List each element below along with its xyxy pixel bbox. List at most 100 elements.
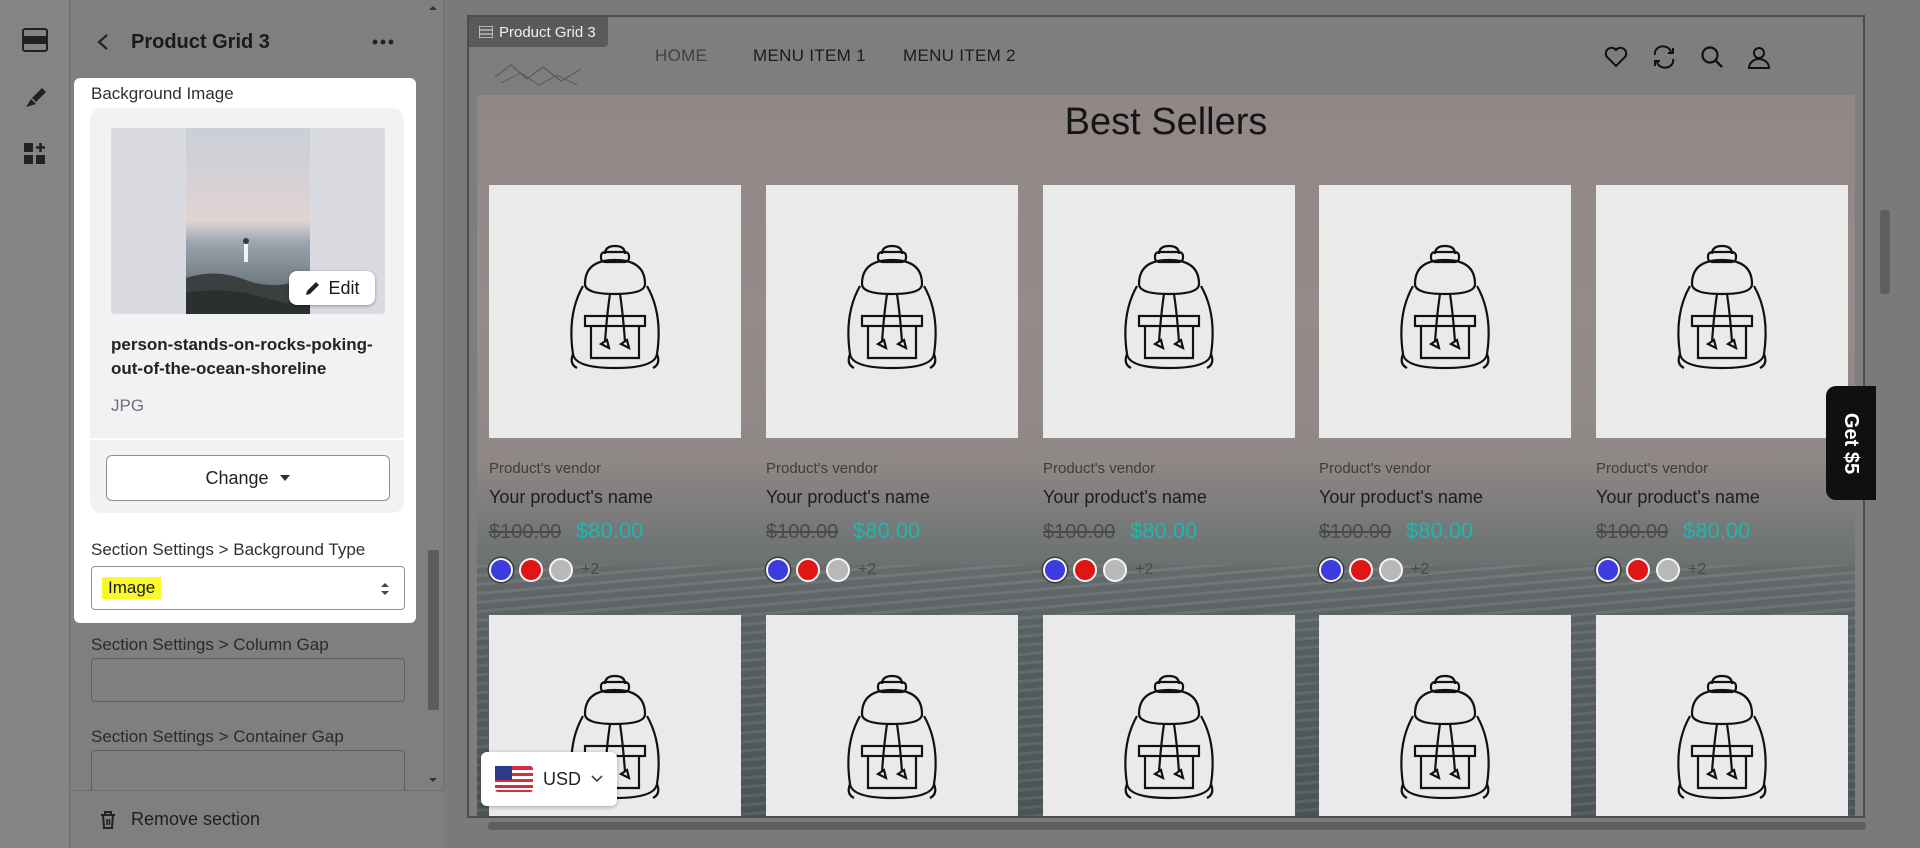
change-button-label: Change [205,467,269,488]
back-arrow-icon[interactable] [91,30,115,54]
preview-vertical-scroll-thumb[interactable] [1880,210,1890,294]
product-image[interactable] [489,185,741,438]
section-tag-label: Product Grid 3 [499,23,596,41]
more-options-icon[interactable] [369,30,397,54]
product-name[interactable]: Your product's name [1043,487,1207,508]
backpack-icon [832,244,952,379]
color-swatch[interactable] [519,558,543,582]
more-swatches-count[interactable]: +2 [1411,561,1429,579]
background-type-value: Image [102,577,162,599]
color-swatch[interactable] [796,558,820,582]
store-logo[interactable] [491,47,586,87]
select-arrows-icon [381,583,389,595]
product-name[interactable]: Your product's name [766,487,930,508]
more-swatches-count[interactable]: +2 [1135,561,1153,579]
change-image-button[interactable]: Change [106,455,390,501]
product-image[interactable] [1043,185,1295,438]
product-image[interactable] [1319,185,1571,438]
more-swatches-count[interactable]: +2 [581,561,599,579]
product-image[interactable] [766,185,1018,438]
scroll-down-arrow-icon[interactable] [427,774,439,786]
product-vendor: Product's vendor [1319,460,1432,477]
compare-at-price: $100.00 [1596,521,1669,543]
product-image[interactable] [1596,185,1848,438]
currency-code: USD [543,768,582,789]
color-swatch[interactable] [489,558,513,582]
product-image[interactable] [1319,615,1571,816]
account-icon[interactable] [1744,42,1774,72]
container-gap-input[interactable] [91,750,405,790]
icon-rail [0,0,70,848]
product-card[interactable] [1319,615,1571,816]
compare-at-price: $100.00 [489,521,562,543]
backpack-icon [1662,674,1782,809]
more-swatches-count[interactable]: +2 [858,561,876,579]
product-vendor: Product's vendor [1043,460,1156,477]
product-image[interactable] [1043,615,1295,816]
color-swatch[interactable] [1379,558,1403,582]
nav-menu-item-1-link[interactable]: MENU ITEM 1 [753,46,866,66]
sections-icon[interactable] [19,24,51,56]
color-swatch[interactable] [1656,558,1680,582]
scroll-up-arrow-icon[interactable] [427,2,439,14]
compare-at-price: $100.00 [1319,521,1392,543]
color-swatch[interactable] [1073,558,1097,582]
edit-image-button[interactable]: Edit [289,271,375,305]
color-swatch[interactable] [1349,558,1373,582]
image-file-name: person-stands-on-rocks-poking-out-of-the… [111,335,373,378]
more-swatches-count[interactable]: +2 [1688,561,1706,579]
background-type-label: Section Settings > Background Type [91,540,366,559]
compare-at-price: $100.00 [1043,521,1116,543]
product-name[interactable]: Your product's name [1596,487,1760,508]
backpack-icon [1109,244,1229,379]
product-card[interactable]: Product's vendor Your product's name $100.… [1043,185,1295,585]
product-card[interactable]: Product's vendor Your product's name $100.… [1319,185,1571,585]
color-swatch[interactable] [1626,558,1650,582]
theme-settings-icon[interactable] [19,82,51,114]
product-card[interactable] [766,615,1018,816]
color-swatch[interactable] [1043,558,1067,582]
nav-menu-item-2-link[interactable]: MENU ITEM 2 [903,46,1016,66]
color-swatch[interactable] [549,558,573,582]
wishlist-heart-icon[interactable] [1601,42,1631,72]
product-vendor: Product's vendor [489,460,602,477]
product-card[interactable] [1043,615,1295,816]
color-swatch[interactable] [766,558,790,582]
app-embeds-icon[interactable] [19,138,51,170]
product-card[interactable]: Product's vendor Your product's name $100.… [766,185,1018,585]
caret-down-icon [279,475,290,481]
remove-section-button[interactable]: Remove section [99,809,260,830]
pencil-icon [306,282,320,295]
panel-scrollbar-thumb[interactable] [428,550,439,710]
sale-price: $80.00 [576,518,644,543]
remove-section-label: Remove section [131,809,261,829]
column-gap-input[interactable] [91,658,405,702]
color-swatch[interactable] [1596,558,1620,582]
search-icon[interactable] [1697,42,1727,72]
edit-button-label: Edit [328,277,360,298]
product-card[interactable] [1596,615,1848,816]
backpack-icon [1109,674,1229,809]
nav-home-link[interactable]: HOME [655,46,707,66]
product-vendor: Product's vendor [1596,460,1709,477]
panel-footer: Remove section [71,790,444,848]
chevron-down-icon [591,775,603,783]
currency-selector[interactable]: USD [481,752,617,806]
product-image[interactable] [766,615,1018,816]
color-swatch[interactable] [1319,558,1343,582]
sale-price: $80.00 [853,518,921,543]
backpack-icon [1385,244,1505,379]
product-name[interactable]: Your product's name [489,487,653,508]
product-card[interactable]: Product's vendor Your product's name $100.… [489,185,741,585]
product-name[interactable]: Your product's name [1319,487,1483,508]
color-swatch[interactable] [826,558,850,582]
get-5-discount-tab[interactable]: Get $5 [1826,386,1876,500]
background-image-label: Background Image [91,84,234,103]
product-card[interactable]: Product's vendor Your product's name $100.… [1596,185,1848,585]
storefront-preview-frame: Product Grid 3 HOME MENU ITEM 1 MENU ITE… [467,15,1865,818]
preview-horizontal-scroll-thumb[interactable] [488,822,1866,830]
background-type-select[interactable]: Image [91,566,405,610]
compare-icon[interactable] [1649,42,1679,72]
product-image[interactable] [1596,615,1848,816]
color-swatch[interactable] [1103,558,1127,582]
